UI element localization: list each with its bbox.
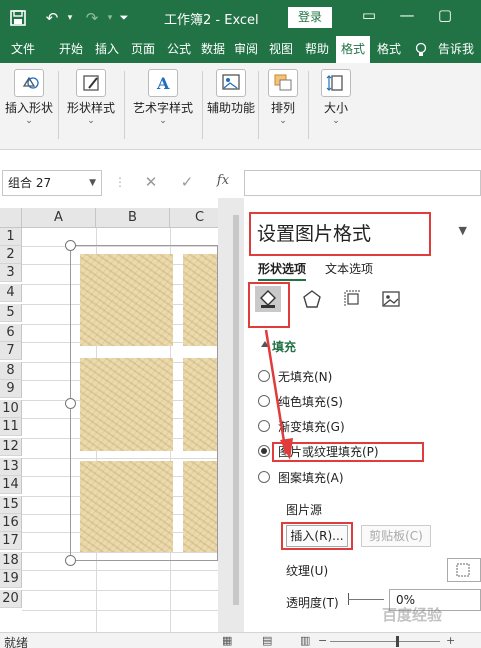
page-layout-view-icon[interactable]: ▤	[262, 634, 272, 647]
normal-view-icon[interactable]: ▦	[222, 634, 232, 647]
watermark: 百度经验	[382, 606, 443, 624]
page-break-view-icon[interactable]: ▥	[300, 634, 310, 647]
zoom-in-icon[interactable]: +	[446, 634, 455, 647]
status-bar: 就绪 ▦ ▤ ▥ − +	[0, 632, 481, 648]
zoom-slider[interactable]	[330, 641, 440, 642]
annotation-arrow	[264, 329, 293, 460]
zoom-out-icon[interactable]: −	[318, 634, 327, 647]
zoom-slider-thumb[interactable]	[396, 636, 399, 647]
status-text: 就绪	[4, 636, 29, 648]
